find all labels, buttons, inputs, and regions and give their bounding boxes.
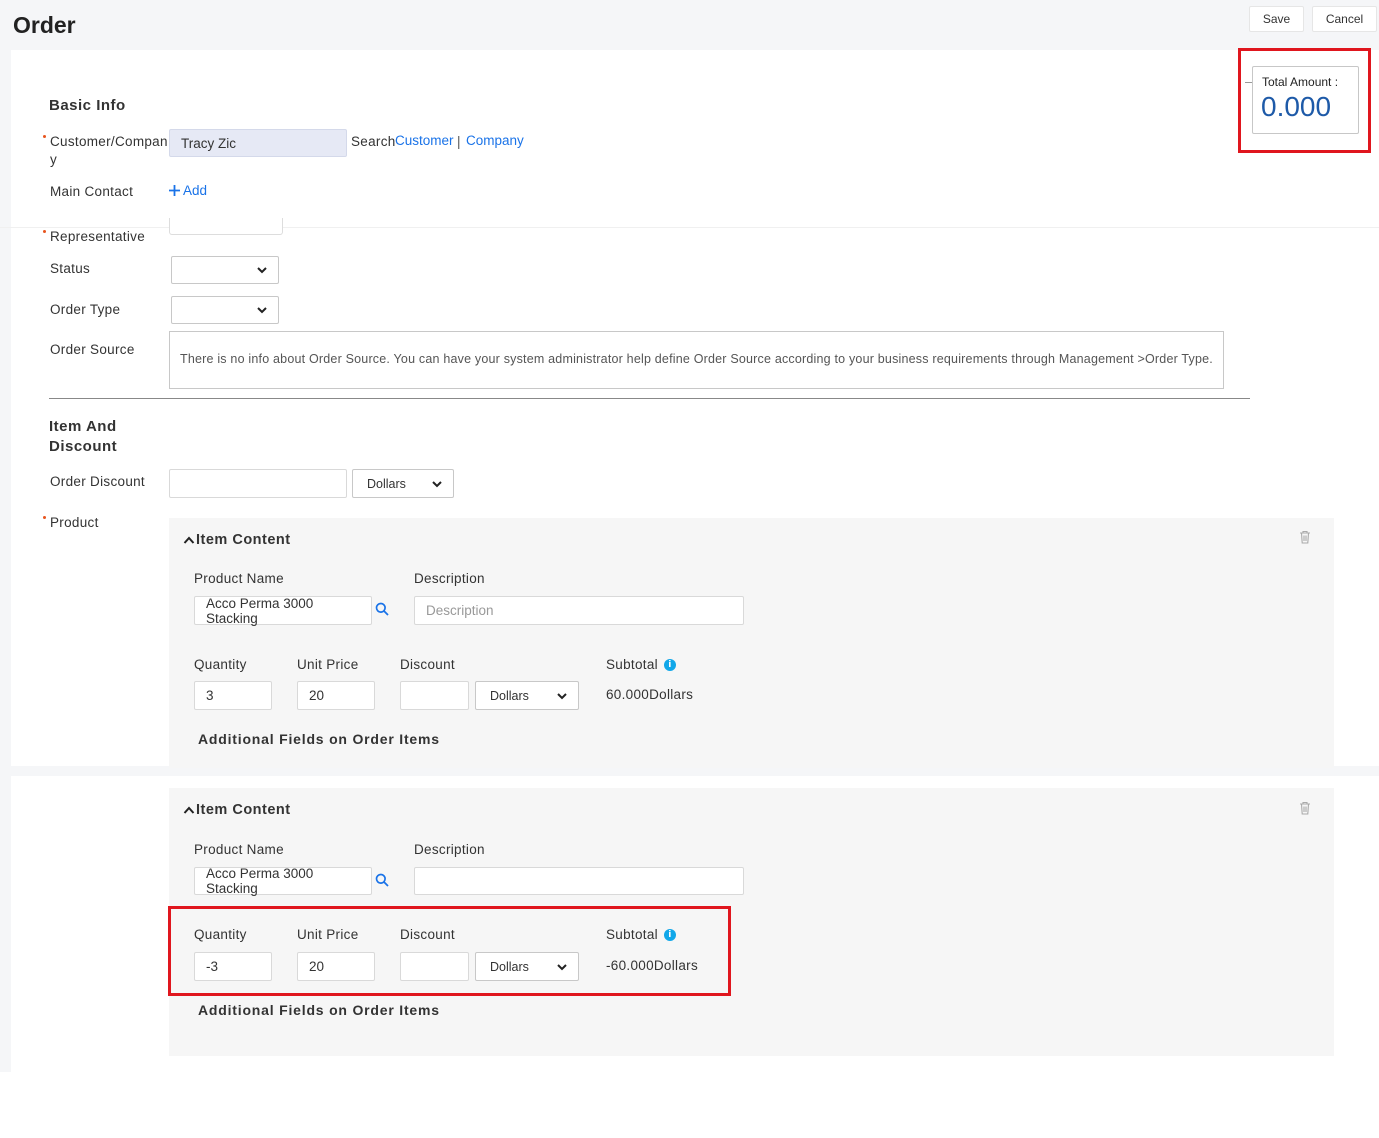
chevron-up-icon: [183, 536, 195, 544]
search-customer-link[interactable]: Customer: [395, 133, 454, 148]
save-button[interactable]: Save: [1249, 6, 1304, 32]
order-discount-unit-value: Dollars: [367, 476, 406, 491]
order-type-label: Order Type: [50, 302, 121, 317]
order-discount-input[interactable]: [169, 469, 347, 498]
representative-label: Representative: [42, 229, 146, 244]
section-divider: [49, 398, 1250, 399]
item-card-1: Item Content Product Name Acco Perma 300…: [169, 518, 1334, 768]
search-icon[interactable]: [375, 602, 389, 616]
item-1-product-name-input[interactable]: Acco Perma 3000 Stacking: [194, 596, 372, 626]
add-contact-label: Add: [183, 183, 208, 198]
item-1-description-placeholder: Description: [426, 603, 494, 618]
item-1-discount-label: Discount: [400, 657, 455, 672]
item-1-quantity-input[interactable]: 3: [194, 681, 272, 710]
item-1-discount-unit-value: Dollars: [490, 688, 529, 703]
item-1-unit-price-input[interactable]: 20: [297, 681, 375, 710]
page-title: Order: [13, 12, 76, 38]
highlight-pricing-row: [168, 906, 731, 996]
chevron-down-icon: [557, 692, 567, 699]
customer-label: Customer/Compan y: [43, 134, 168, 167]
cancel-button[interactable]: Cancel: [1312, 6, 1377, 32]
product-label: Product: [43, 515, 99, 530]
highlight-total-box: [1238, 48, 1371, 153]
item-1-unit-price-label: Unit Price: [297, 657, 359, 672]
item-1-collapse-toggle[interactable]: Item Content: [183, 530, 291, 550]
status-select[interactable]: [171, 256, 279, 284]
item-1-subtotal-value: 60.000Dollars: [606, 687, 694, 702]
chevron-down-icon: [257, 307, 267, 314]
item-1-discount-input[interactable]: [400, 681, 469, 710]
search-icon[interactable]: [375, 873, 389, 887]
search-company-link[interactable]: Company: [466, 133, 524, 148]
left-gutter: [0, 50, 11, 1072]
order-source-info: There is no info about Order Source. You…: [169, 331, 1224, 389]
item-discount-title: Item And Discount: [49, 418, 118, 455]
item-2-product-name-label: Product Name: [194, 842, 284, 857]
item-1-discount-unit-select[interactable]: Dollars: [475, 681, 579, 710]
basic-info-title: Basic Info: [49, 97, 126, 114]
item-2-collapse-toggle[interactable]: Item Content: [183, 800, 291, 820]
status-label: Status: [50, 261, 91, 276]
add-contact-button[interactable]: Add: [168, 183, 207, 198]
plus-icon: [169, 185, 180, 196]
order-discount-label: Order Discount: [50, 474, 145, 489]
item-2-product-name-input[interactable]: Acco Perma 3000 Stacking: [194, 866, 372, 896]
item-2-description-label: Description: [414, 842, 485, 857]
item-1-quantity-label: Quantity: [194, 657, 247, 672]
customer-input[interactable]: Tracy Zic: [169, 129, 347, 157]
item-2-header: Item Content: [196, 802, 291, 818]
item-1-description-input[interactable]: Description: [414, 596, 744, 625]
top-bar: [0, 0, 1379, 50]
item-1-header: Item Content: [196, 532, 291, 548]
order-discount-unit-select[interactable]: Dollars: [352, 469, 454, 498]
chevron-down-icon: [257, 267, 267, 274]
trash-icon[interactable]: [1299, 801, 1311, 815]
order-type-select[interactable]: [171, 296, 279, 324]
item-1-subtotal-label: Subtotal i: [606, 656, 676, 674]
item-1-additional-fields[interactable]: Additional Fields on Order Items: [198, 729, 440, 749]
item-2-description-input[interactable]: [414, 867, 744, 895]
representative-input[interactable]: [169, 218, 283, 235]
info-icon[interactable]: i: [663, 659, 676, 671]
item-1-product-name-label: Product Name: [194, 571, 284, 586]
item-1-description-label: Description: [414, 571, 485, 586]
search-separator: |: [457, 134, 461, 149]
main-contact-label: Main Contact: [50, 184, 134, 199]
trash-icon[interactable]: [1299, 530, 1311, 544]
chevron-down-icon: [432, 480, 442, 487]
order-source-label: Order Source: [50, 342, 135, 357]
search-label: Search: [351, 134, 396, 149]
chevron-up-icon: [183, 806, 195, 814]
item-2-additional-fields[interactable]: Additional Fields on Order Items: [198, 1000, 440, 1020]
